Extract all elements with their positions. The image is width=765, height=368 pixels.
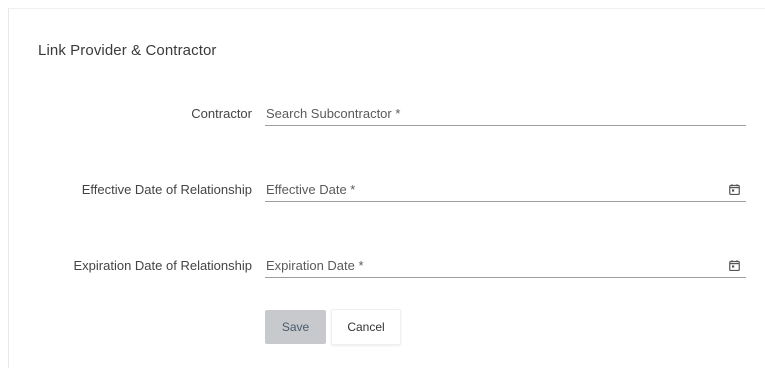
save-button[interactable]: Save xyxy=(265,310,326,344)
calendar-icon[interactable] xyxy=(729,184,740,195)
expiration-date-input[interactable]: Expiration Date * xyxy=(265,248,746,278)
contractor-row: Contractor Search Subcontractor * xyxy=(9,96,765,136)
expiration-date-row: Expiration Date of Relationship Expirati… xyxy=(9,248,765,288)
link-provider-contractor-form: Link Provider & Contractor Contractor Se… xyxy=(8,8,765,368)
calendar-icon[interactable] xyxy=(729,260,740,271)
cancel-button[interactable]: Cancel xyxy=(331,309,401,345)
form-title: Link Provider & Contractor xyxy=(38,42,217,59)
effective-date-row: Effective Date of Relationship Effective… xyxy=(9,172,765,212)
effective-date-label: Effective Date of Relationship xyxy=(81,182,252,197)
contractor-search-input[interactable]: Search Subcontractor * xyxy=(265,96,746,126)
effective-date-input[interactable]: Effective Date * xyxy=(265,172,746,202)
contractor-search-placeholder: Search Subcontractor * xyxy=(266,106,401,121)
expiration-date-label: Expiration Date of Relationship xyxy=(73,258,253,273)
effective-date-placeholder: Effective Date * xyxy=(266,182,356,197)
contractor-label: Contractor xyxy=(191,106,252,121)
expiration-date-placeholder: Expiration Date * xyxy=(266,258,364,273)
